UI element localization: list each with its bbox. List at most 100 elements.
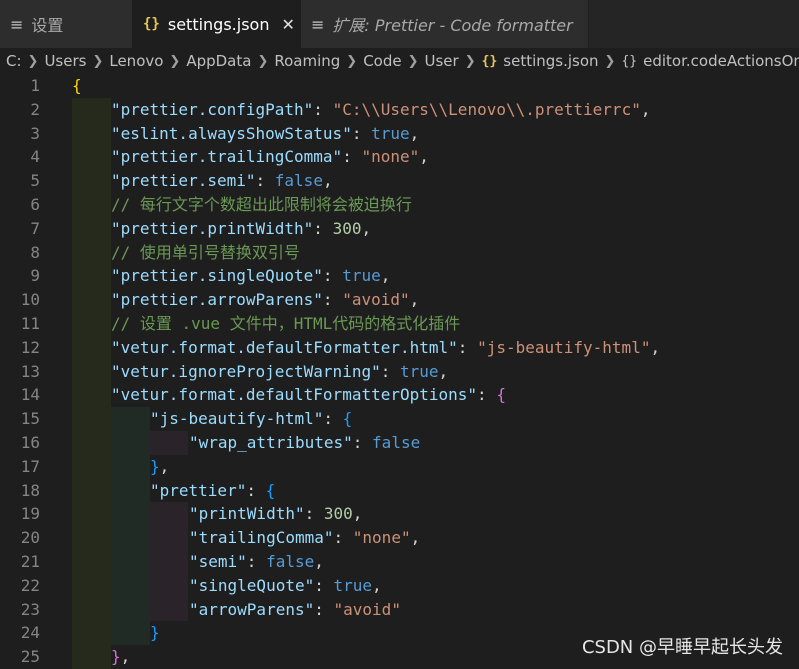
tab-settings-json[interactable]: {} settings.json ✕ xyxy=(133,0,301,48)
code-line[interactable]: 10 "prettier.arrowParens": "avoid", xyxy=(0,288,799,312)
indent-guide xyxy=(72,454,111,479)
breadcrumb-item[interactable]: AppData xyxy=(186,52,251,70)
code-line[interactable]: 9 "prettier.singleQuote": true, xyxy=(0,264,799,289)
code-line[interactable]: 8 // 使用单引号替换双引号 xyxy=(0,240,799,265)
code-text: { xyxy=(72,76,82,95)
breadcrumb: C: ❯ Users ❯ Lenovo ❯ AppData ❯ Roaming … xyxy=(0,48,799,74)
line-number: 14 xyxy=(20,385,40,405)
code-line[interactable]: 23 "arrowParens": "avoid" xyxy=(0,597,799,622)
code-text: "prettier.printWidth": 300, xyxy=(111,218,372,238)
code-text: "eslint.alwaysShowStatus": true, xyxy=(111,123,420,143)
indent-guide xyxy=(111,502,150,527)
code-line[interactable]: 14 "vetur.format.defaultFormatterOptions"… xyxy=(0,383,799,408)
tab-extension-prettier[interactable]: ≡ 扩展: Prettier - Code formatter xyxy=(301,0,589,48)
chevron-right-icon: ❯ xyxy=(464,53,476,69)
chevron-right-icon: ❯ xyxy=(27,53,39,69)
line-number: 20 xyxy=(20,528,40,548)
indent-guide xyxy=(72,621,111,646)
code-text: }, xyxy=(111,647,131,667)
indent-guide xyxy=(150,526,188,550)
json-braces-icon: {} xyxy=(481,53,498,69)
code-line[interactable]: 19 "printWidth": 300, xyxy=(0,502,799,527)
code-text: "prettier.semi": false, xyxy=(111,171,333,191)
line-number: 4 xyxy=(30,147,40,167)
code-line[interactable]: 13 "vetur.ignoreProjectWarning": true, xyxy=(0,359,799,384)
indent-guide xyxy=(111,573,150,598)
indent-guide xyxy=(72,407,111,431)
indent-guide xyxy=(72,502,111,527)
line-number: 18 xyxy=(20,480,40,500)
indent-guide xyxy=(111,478,150,503)
line-number: 1 xyxy=(30,76,40,95)
code-line[interactable]: 1{ xyxy=(0,74,799,98)
code-line[interactable]: 15 "js-beautify-html": { xyxy=(0,407,799,431)
indent-guide xyxy=(111,597,150,622)
indent-guide xyxy=(111,407,150,431)
breadcrumb-item-file[interactable]: settings.json xyxy=(503,52,598,70)
chevron-right-icon: ❯ xyxy=(346,53,358,69)
indent-guide xyxy=(72,312,111,336)
code-line[interactable]: 4 "prettier.trailingComma": "none", xyxy=(0,145,799,170)
code-line[interactable]: 2 "prettier.configPath": "C:\\Users\\Leno… xyxy=(0,97,799,122)
code-text: "prettier.configPath": "C:\\Users\\Lenov… xyxy=(111,99,651,119)
code-line[interactable]: 5 "prettier.semi": false, xyxy=(0,169,799,193)
code-line[interactable]: 6 // 每行文字个数超出此限制将会被迫换行 xyxy=(0,193,799,217)
code-line[interactable]: 17}, xyxy=(0,454,799,479)
code-line[interactable]: 22 "singleQuote": true, xyxy=(0,573,799,598)
code-text: "vetur.ignoreProjectWarning": true, xyxy=(111,361,449,381)
indent-guide xyxy=(72,97,111,122)
code-text: "vetur.format.defaultFormatter.html": "j… xyxy=(111,337,661,357)
indent-guide xyxy=(72,264,111,289)
code-line[interactable]: 12 "vetur.format.defaultFormatter.html": … xyxy=(0,335,799,360)
breadcrumb-item[interactable]: User xyxy=(425,52,459,70)
line-number: 23 xyxy=(20,599,40,619)
breadcrumb-item[interactable]: Code xyxy=(363,52,401,70)
code-line[interactable]: 18 "prettier": { xyxy=(0,478,799,503)
line-number: 19 xyxy=(20,504,40,524)
breadcrumb-item[interactable]: C: xyxy=(6,52,22,70)
line-number: 16 xyxy=(20,433,40,452)
indent-guide xyxy=(72,597,111,622)
line-number: 13 xyxy=(20,361,40,381)
close-icon[interactable]: ✕ xyxy=(281,15,294,34)
line-number: 7 xyxy=(30,218,40,238)
object-braces-icon: {} xyxy=(621,53,638,69)
editor-tab-bar: ≡ 设置 {} settings.json ✕ ≡ 扩展: Prettier -… xyxy=(0,0,799,48)
line-number: 2 xyxy=(30,99,40,119)
indent-guide xyxy=(72,359,111,384)
tab-settings-ui[interactable]: ≡ 设置 xyxy=(0,0,133,48)
code-editor[interactable]: 1{2 "prettier.configPath": "C:\\Users\\Le… xyxy=(0,74,799,669)
indent-guide xyxy=(72,145,111,170)
indent-guide xyxy=(111,550,150,574)
indent-guide xyxy=(150,550,188,574)
code-line[interactable]: 3 "eslint.alwaysShowStatus": true, xyxy=(0,121,799,146)
indent-guide xyxy=(72,335,111,360)
indent-guide xyxy=(72,573,111,598)
breadcrumb-item[interactable]: Roaming xyxy=(274,52,340,70)
indent-guide xyxy=(150,597,188,622)
code-line[interactable]: 20 "trailingComma": "none", xyxy=(0,526,799,550)
code-line[interactable]: 7 "prettier.printWidth": 300, xyxy=(0,216,799,241)
breadcrumb-item-symbol[interactable]: editor.codeActionsOnSave xyxy=(643,52,799,70)
line-number: 15 xyxy=(20,409,40,429)
indent-guide xyxy=(111,454,150,479)
breadcrumb-item[interactable]: Users xyxy=(44,52,86,70)
code-line[interactable]: 16 "wrap_attributes": false xyxy=(0,431,799,455)
indent-guide xyxy=(72,478,111,503)
tab-label: 扩展: Prettier - Code formatter xyxy=(332,16,573,35)
indent-guide xyxy=(111,431,150,455)
breadcrumb-item[interactable]: Lenovo xyxy=(109,52,163,70)
indent-guide xyxy=(72,288,111,312)
indent-guide xyxy=(72,216,111,241)
code-text: } xyxy=(150,623,160,643)
code-text: // 设置 .vue 文件中，HTML代码的格式化插件 xyxy=(111,314,461,333)
indent-guide xyxy=(111,621,150,646)
code-line[interactable]: 21 "semi": false, xyxy=(0,550,799,574)
code-text: "semi": false, xyxy=(189,552,324,571)
code-line[interactable]: 11 // 设置 .vue 文件中，HTML代码的格式化插件 xyxy=(0,312,799,336)
line-number: 9 xyxy=(30,266,40,286)
indent-guide xyxy=(72,121,111,146)
line-number: 5 xyxy=(30,171,40,191)
line-number: 17 xyxy=(20,456,40,476)
indent-guide xyxy=(111,526,150,550)
